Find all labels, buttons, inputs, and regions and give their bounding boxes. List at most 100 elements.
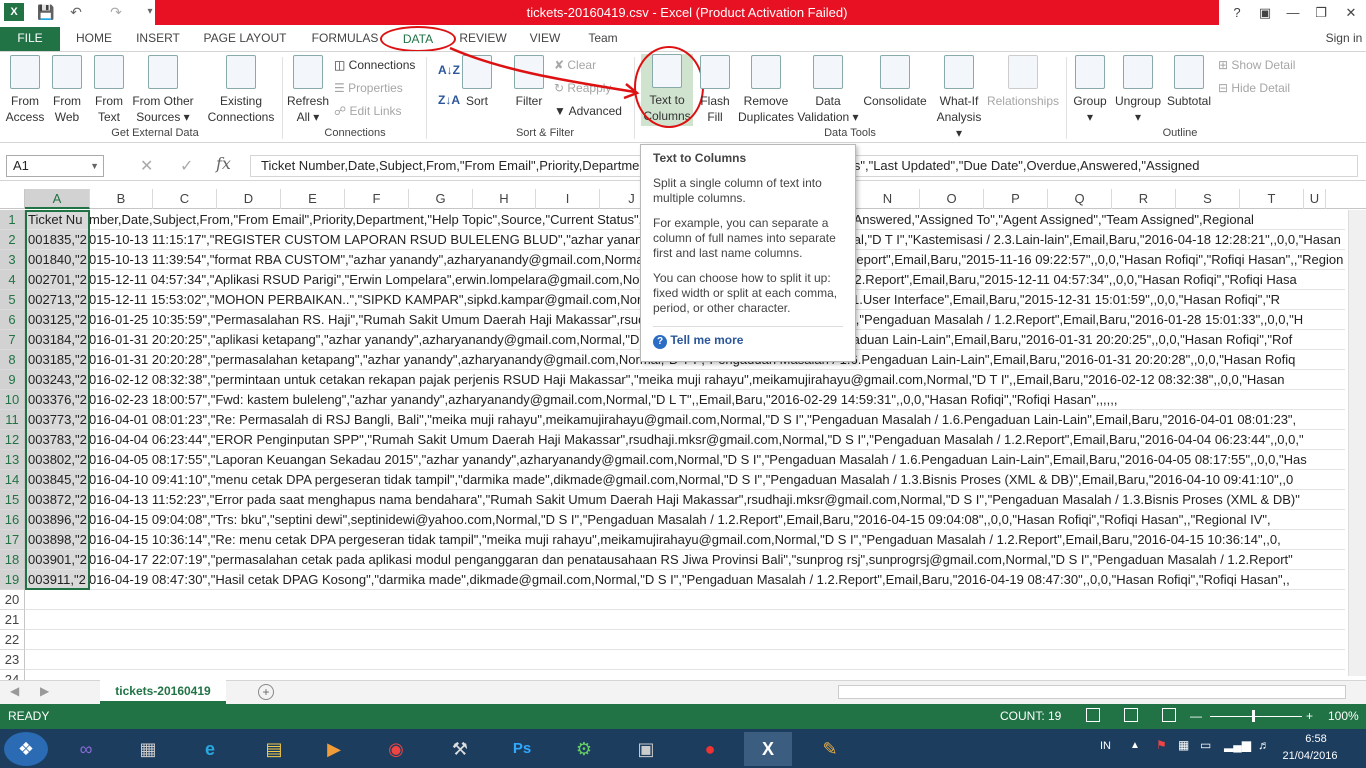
zoom-slider-thumb[interactable] [1252,710,1255,722]
table-row[interactable]: 003376,"2 016-02-23 18:00:57","Fwd: kaste… [25,390,1345,410]
add-sheet-icon[interactable]: + [258,684,274,700]
redo-icon[interactable]: ↷ [106,3,126,21]
archive-icon[interactable]: ▣ [622,732,670,766]
row-header[interactable]: 11 [0,410,25,430]
tab-insert[interactable]: INSERT [130,27,186,51]
row-header[interactable]: 16 [0,510,25,530]
table-row[interactable]: 003783,"2 016-04-04 06:23:44","EROR Pengi… [25,430,1345,450]
row-header[interactable]: 19 [0,570,25,590]
app-icon[interactable]: ● [686,732,734,766]
row-header[interactable]: 23 [0,650,25,670]
tab-home[interactable]: HOME [66,27,122,51]
select-all-button[interactable] [0,189,25,209]
ungroup-button[interactable]: Ungroup ▾ [1112,55,1164,125]
table-row[interactable]: 003802,"2 016-04-05 08:17:55","Laporan Ke… [25,450,1345,470]
column-header[interactable]: O [920,189,984,209]
row-header[interactable]: 21 [0,610,25,630]
column-header[interactable]: T [1240,189,1304,209]
paint-icon[interactable]: ✎ [806,732,854,766]
column-header[interactable]: P [984,189,1048,209]
column-header[interactable]: U [1304,189,1326,209]
tab-formulas[interactable]: FORMULAS [306,27,384,51]
prev-sheet-icon[interactable]: ◀ [10,684,19,698]
column-header[interactable]: S [1176,189,1240,209]
internet-explorer-icon[interactable]: e [186,732,234,766]
tell-me-more-link[interactable]: ? Tell me more [653,326,843,349]
excel-taskbar-icon[interactable]: X [744,732,792,766]
zoom-slider[interactable] [1210,716,1302,717]
visual-studio-icon[interactable]: ∞ [62,732,110,766]
column-header[interactable]: N [856,189,920,209]
group-button[interactable]: Group ▾ [1070,55,1110,125]
table-row[interactable] [25,610,1345,630]
row-header[interactable]: 3 [0,250,25,270]
properties-button[interactable]: ☰ Properties [334,80,403,96]
row-header[interactable]: 14 [0,470,25,490]
row-header[interactable]: 9 [0,370,25,390]
from-access-button[interactable]: From Access [4,55,46,125]
restore-icon[interactable]: ❐ [1306,2,1336,24]
normal-view-icon[interactable] [1086,708,1100,722]
language-indicator[interactable]: IN [1100,740,1111,752]
ribbon-display-icon[interactable]: ▣ [1250,2,1280,24]
flash-fill-button[interactable]: Flash Fill [700,55,730,125]
next-sheet-icon[interactable]: ▶ [40,684,49,698]
what-if-analysis-button[interactable]: What-If Analysis ▾ [932,55,986,141]
column-header[interactable]: E [281,189,345,209]
table-row[interactable]: 003243,"2 016-02-12 08:32:38","permintaan… [25,370,1345,390]
close-icon[interactable]: ✕ [1336,2,1366,24]
tab-page-layout[interactable]: PAGE LAYOUT [196,27,294,51]
from-other-sources-button[interactable]: From Other Sources ▾ [130,55,196,125]
row-header[interactable]: 7 [0,330,25,350]
column-header[interactable]: Q [1048,189,1112,209]
table-row[interactable]: 003901,"2 016-04-17 22:07:19","permasalah… [25,550,1345,570]
signal-icon[interactable]: ▂▄▆ [1224,738,1251,752]
existing-connections-button[interactable]: Existing Connections [204,55,278,125]
table-row[interactable]: 003872,"2 016-04-13 11:52:23","Error pada… [25,490,1345,510]
table-row[interactable] [25,590,1345,610]
tools-icon[interactable]: ⚒ [436,732,484,766]
edit-links-button[interactable]: ☍ Edit Links [334,103,402,119]
table-row[interactable]: 003773,"2 016-04-01 08:01:23","Re: Permas… [25,410,1345,430]
tab-file[interactable]: FILE [0,27,60,51]
name-box[interactable]: A1 ▼ [6,155,104,177]
vertical-scrollbar[interactable] [1348,210,1366,676]
tray-chevron-icon[interactable]: ▲ [1130,740,1140,751]
row-header[interactable]: 4 [0,270,25,290]
row-header[interactable]: 22 [0,630,25,650]
column-header[interactable]: B [90,189,153,209]
tray-usb-icon[interactable]: ▭ [1200,738,1211,752]
sign-in-link[interactable]: Sign in [1322,27,1366,51]
column-header[interactable]: I [536,189,600,209]
clock-time[interactable]: 6:58 [1290,733,1342,745]
row-header[interactable]: 15 [0,490,25,510]
hide-detail-button[interactable]: ⊟ Hide Detail [1218,80,1290,96]
column-header[interactable]: A [25,189,90,209]
table-row[interactable]: 003896,"2 016-04-15 09:04:08","Trs: bku",… [25,510,1345,530]
column-header[interactable]: F [345,189,409,209]
clock-date[interactable]: 21/04/2016 [1280,750,1340,762]
network-tool-icon[interactable]: ⚙ [560,732,608,766]
table-row[interactable]: 003898,"2 016-04-15 10:36:14","Re: menu c… [25,530,1345,550]
subtotal-button[interactable]: Subtotal [1164,55,1214,109]
computer-icon[interactable]: ▦ [124,732,172,766]
table-row[interactable] [25,650,1345,670]
chevron-down-icon[interactable]: ▼ [90,156,99,176]
connections-button[interactable]: ◫ Connections [334,57,415,73]
row-header[interactable]: 12 [0,430,25,450]
column-header[interactable]: C [153,189,217,209]
show-detail-button[interactable]: ⊞ Show Detail [1218,57,1295,73]
start-button-icon[interactable]: ❖ [4,732,48,766]
table-row[interactable]: 003911,"2 016-04-19 08:47:30","Hasil ceta… [25,570,1345,590]
consolidate-button[interactable]: Consolidate [862,55,928,109]
data-validation-button[interactable]: Data Validation ▾ [796,55,860,125]
refresh-all-button[interactable]: Refresh All ▾ [286,55,330,125]
chrome-icon[interactable]: ◉ [372,732,420,766]
media-player-icon[interactable]: ▶ [310,732,358,766]
minimize-icon[interactable]: — [1278,2,1308,24]
row-header[interactable]: 2 [0,230,25,250]
row-header[interactable]: 1 [0,210,25,230]
photoshop-icon[interactable]: Ps [498,732,546,766]
row-header[interactable]: 20 [0,590,25,610]
volume-icon[interactable]: ♬ [1258,738,1270,752]
